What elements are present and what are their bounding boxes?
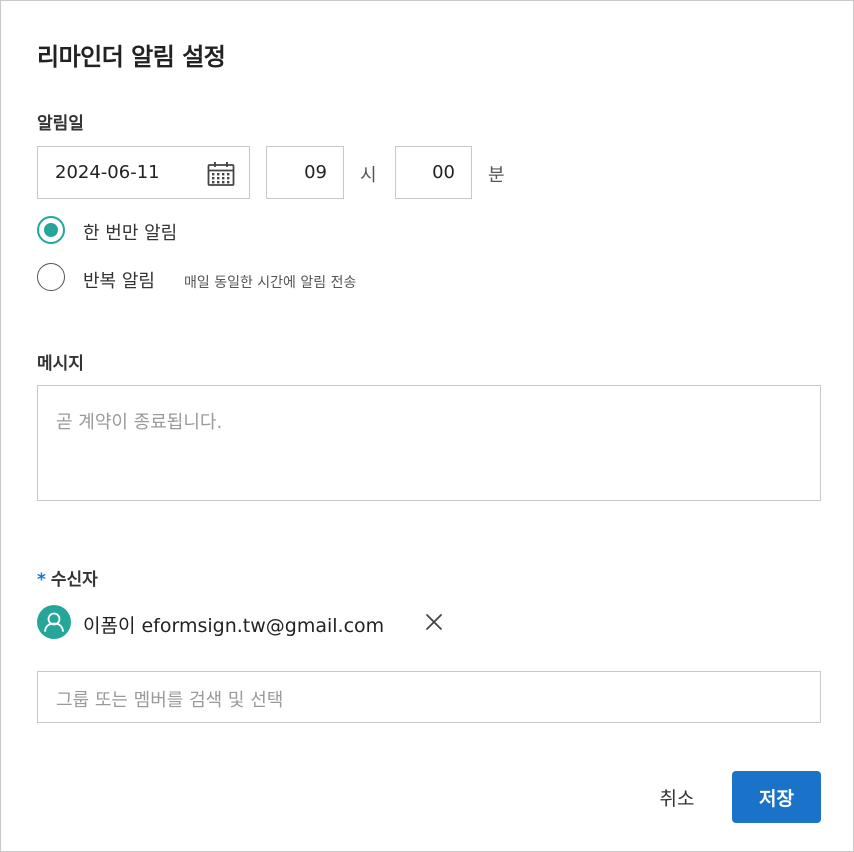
recipient-item: 이폼이 eformsign.tw@gmail.com xyxy=(83,615,385,637)
message-label: 메시지 xyxy=(37,354,84,374)
recipient-avatar xyxy=(37,605,71,639)
minute-unit-label: 분 xyxy=(488,165,505,186)
minute-value: 00 xyxy=(432,162,455,183)
recipient-search-placeholder: 그룹 또는 멤버를 검색 및 선택 xyxy=(56,690,284,711)
message-textarea[interactable]: 곧 계약이 종료됩니다. xyxy=(37,385,821,501)
calendar-icon[interactable] xyxy=(207,161,235,187)
hour-unit-label: 시 xyxy=(360,165,377,186)
recipients-label-text: 수신자 xyxy=(50,570,98,590)
dialog-title: 리마인더 알림 설정 xyxy=(37,43,226,71)
radio-repeat[interactable] xyxy=(37,263,65,291)
save-button[interactable]: 저장 xyxy=(732,771,821,823)
radio-once-label[interactable]: 한 번만 알림 xyxy=(83,219,177,245)
radio-once[interactable] xyxy=(37,216,65,244)
minute-input[interactable]: 00 xyxy=(395,146,472,199)
close-icon[interactable] xyxy=(424,612,444,632)
required-mark: * xyxy=(37,570,46,590)
recipient-search-input[interactable]: 그룹 또는 멤버를 검색 및 선택 xyxy=(37,671,821,723)
user-icon xyxy=(44,612,64,632)
reminder-dialog: 리마인더 알림 설정 알림일 2024-06-11 09 시 00 분 한 번만… xyxy=(0,0,854,852)
repeat-hint: 매일 동일한 시간에 알림 전송 xyxy=(184,275,357,291)
recipients-label: * 수신자 xyxy=(37,565,98,590)
date-value: 2024-06-11 xyxy=(55,162,160,183)
alert-date-label: 알림일 xyxy=(37,114,84,134)
message-placeholder: 곧 계약이 종료됩니다. xyxy=(56,412,223,433)
radio-repeat-label[interactable]: 반복 알림 xyxy=(83,267,155,293)
cancel-button[interactable]: 취소 xyxy=(641,771,713,823)
date-input[interactable]: 2024-06-11 xyxy=(37,146,250,199)
hour-input[interactable]: 09 xyxy=(266,146,344,199)
hour-value: 09 xyxy=(304,162,327,183)
